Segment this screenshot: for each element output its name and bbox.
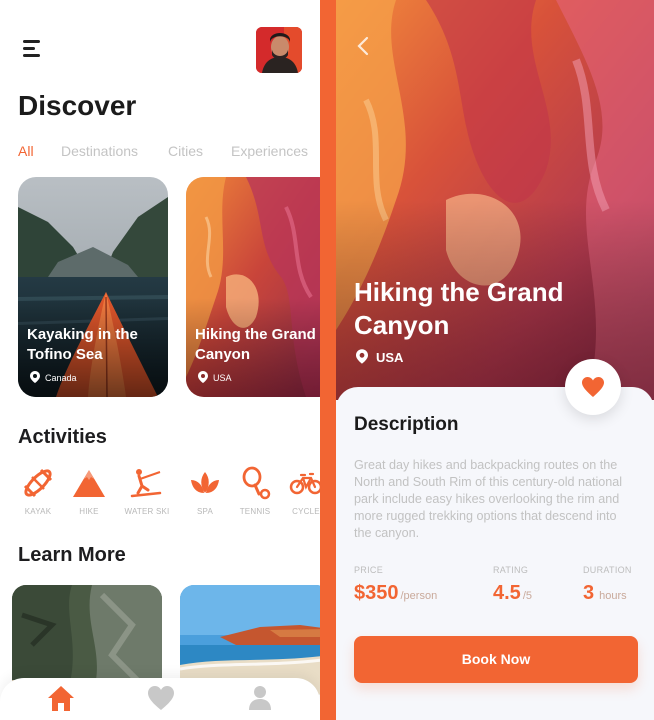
detail-title: Hiking the Grand Canyon bbox=[354, 277, 564, 340]
page-title: Discover bbox=[18, 90, 137, 121]
description-text: Great day hikes and backpacking routes o… bbox=[354, 458, 623, 540]
description-heading: Description bbox=[354, 414, 459, 435]
price-amount: $350 bbox=[354, 582, 399, 604]
favorite-button[interactable] bbox=[565, 359, 621, 415]
activity-label: CYCLE bbox=[292, 507, 320, 516]
activity-kayak[interactable]: KAYAK bbox=[15, 466, 61, 516]
location-pin-icon bbox=[30, 371, 40, 383]
detail-location-label: USA bbox=[376, 350, 404, 365]
tab-cities[interactable]: Cities bbox=[168, 143, 203, 159]
duration-unit: hours bbox=[599, 590, 627, 602]
menu-icon[interactable] bbox=[23, 40, 43, 58]
water-ski-icon bbox=[130, 469, 162, 498]
location-pin-icon bbox=[356, 349, 368, 364]
tab-all[interactable]: All bbox=[18, 143, 34, 159]
activity-water-ski[interactable]: WATER SKI bbox=[124, 466, 170, 516]
destination-card-kayaking[interactable]: Kayaking in the Tofino Sea Canada bbox=[18, 177, 168, 397]
activity-hike[interactable]: HIKE bbox=[66, 466, 112, 516]
card-title: Kayaking in the Tofino Sea bbox=[27, 326, 138, 363]
card-location: Canada bbox=[30, 371, 77, 383]
price-label: PRICE bbox=[354, 565, 384, 575]
activity-label: TENNIS bbox=[239, 507, 271, 516]
avatar-photo bbox=[256, 27, 302, 73]
activity-label: SPA bbox=[196, 507, 213, 516]
tennis-racket-icon bbox=[242, 466, 271, 500]
heart-icon[interactable] bbox=[146, 684, 176, 712]
duration-value: 3 hours bbox=[583, 582, 627, 605]
rating-value: 4.5/5 bbox=[493, 582, 532, 605]
activities-heading: Activities bbox=[18, 426, 107, 448]
card-title: Hiking the Grand Canyon bbox=[195, 326, 316, 363]
back-chevron-icon[interactable] bbox=[356, 36, 370, 56]
card-location: USA bbox=[198, 371, 232, 383]
profile-icon[interactable] bbox=[245, 684, 275, 712]
activity-label: HIKE bbox=[79, 507, 99, 516]
duration-label: DURATION bbox=[583, 565, 632, 575]
home-icon[interactable] bbox=[46, 684, 76, 712]
mountain-icon bbox=[73, 470, 105, 497]
tab-experiences[interactable]: Experiences bbox=[231, 143, 308, 159]
duration-amount: 3 bbox=[583, 582, 595, 604]
activity-cycle[interactable]: CYCLE bbox=[283, 466, 320, 516]
card-location-label: Canada bbox=[45, 373, 77, 383]
detail-screen: Hiking the Grand Canyon USA Description … bbox=[336, 0, 654, 720]
rating-amount: 4.5 bbox=[493, 582, 521, 604]
activity-label: KAYAK bbox=[24, 507, 52, 516]
price-value: $350/person bbox=[354, 582, 437, 605]
lotus-icon bbox=[191, 472, 219, 493]
card-location-label: USA bbox=[213, 373, 232, 383]
kayak-icon bbox=[23, 468, 53, 498]
activity-label: WATER SKI bbox=[124, 507, 170, 516]
heart-icon bbox=[582, 377, 604, 397]
rating-unit: /5 bbox=[522, 590, 532, 602]
activity-tennis[interactable]: TENNIS bbox=[232, 466, 278, 516]
destination-card-canyon[interactable]: Hiking the Grand Canyon USA bbox=[186, 177, 320, 397]
learn-more-heading: Learn More bbox=[18, 544, 126, 566]
book-now-button[interactable]: Book Now bbox=[354, 636, 638, 683]
discover-screen: Discover All Destinations Cities Experie… bbox=[0, 0, 320, 720]
location-pin-icon bbox=[198, 371, 208, 383]
price-unit: /person bbox=[400, 590, 438, 602]
bicycle-icon bbox=[289, 472, 320, 495]
screen-divider bbox=[320, 0, 336, 720]
activity-spa[interactable]: SPA bbox=[182, 466, 228, 516]
detail-location: USA bbox=[356, 349, 403, 365]
avatar[interactable] bbox=[256, 27, 302, 73]
tab-destinations[interactable]: Destinations bbox=[61, 143, 138, 159]
rating-label: RATING bbox=[493, 565, 529, 575]
